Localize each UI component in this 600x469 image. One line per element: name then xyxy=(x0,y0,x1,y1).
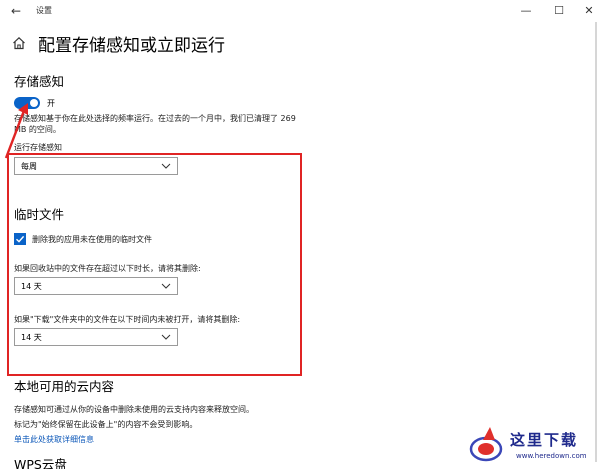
details-link[interactable]: 单击此处获取详细信息 xyxy=(14,434,94,445)
toggle-knob xyxy=(30,99,38,107)
back-arrow-icon[interactable]: ← xyxy=(8,3,24,19)
storage-sense-heading: 存储感知 xyxy=(14,74,65,89)
watermark-url: www.heredown.com xyxy=(516,452,587,460)
wps-cloud-heading: WPS云盘 xyxy=(14,457,67,469)
annotation-arrow-icon xyxy=(4,103,28,159)
minimize-button[interactable]: — xyxy=(515,2,537,20)
cloud-note: 标记为"始终保留在此设备上"的内容不会受到影响。 xyxy=(14,420,198,429)
maximize-button[interactable]: ☐ xyxy=(548,2,570,20)
watermark-logo-icon xyxy=(469,427,503,462)
cloud-description: 存储感知可通过从你的设备中删除未使用的云支持内容来释放空间。 xyxy=(14,405,254,414)
close-button[interactable]: ✕ xyxy=(578,2,600,20)
window-title: 设置 xyxy=(36,6,52,15)
storage-sense-description: 存储感知基于你在此处选择的频率运行。在过去的一个月中，我们已清理了 269 MB… xyxy=(14,114,296,134)
watermark: 这里下载 www.heredown.com xyxy=(468,425,600,467)
home-icon[interactable] xyxy=(12,36,26,50)
highlight-box xyxy=(7,153,302,376)
page-title: 配置存储感知或立即运行 xyxy=(38,36,225,56)
toggle-label: 开 xyxy=(47,99,55,108)
scrollbar[interactable] xyxy=(595,22,597,462)
watermark-text: 这里下载 xyxy=(510,431,579,449)
title-bar: ← 设置 — ☐ ✕ xyxy=(0,0,600,22)
cloud-content-heading: 本地可用的云内容 xyxy=(14,379,115,394)
